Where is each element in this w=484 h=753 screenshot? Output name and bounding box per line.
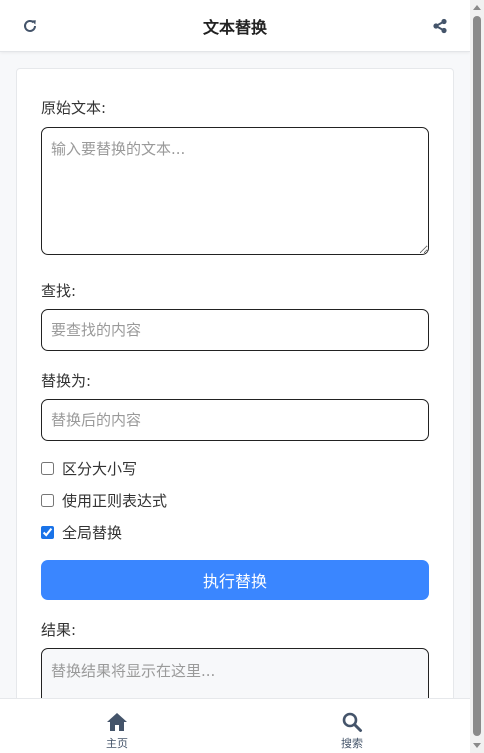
scroll-thumb[interactable]	[473, 16, 481, 736]
case-sensitive-option[interactable]: 区分大小写	[41, 458, 137, 478]
result-label: 结果:	[41, 621, 77, 639]
nav-home[interactable]: 主页	[87, 711, 147, 751]
home-icon	[107, 713, 127, 731]
global-replace-option[interactable]: 全局替换	[41, 522, 122, 542]
search-icon	[342, 712, 362, 732]
find-input[interactable]	[41, 309, 429, 351]
replace-input[interactable]	[41, 399, 429, 441]
scroll-down-arrow[interactable]	[473, 743, 481, 748]
replace-label: 替换为:	[41, 372, 92, 390]
nav-search[interactable]: 搜索	[322, 711, 382, 751]
vertical-scrollbar[interactable]	[470, 0, 484, 753]
regex-option[interactable]: 使用正则表达式	[41, 490, 167, 510]
case-sensitive-checkbox[interactable]	[41, 461, 54, 475]
share-icon[interactable]	[428, 14, 452, 38]
case-sensitive-label: 区分大小写	[62, 459, 138, 478]
app: 文本替换 原始文本: 查找: 替换为: 区分大小写 使用正则表达式	[0, 0, 484, 753]
find-label: 查找:	[41, 282, 77, 300]
original-text-input[interactable]	[41, 127, 429, 255]
original-text-label: 原始文本:	[41, 99, 107, 117]
global-replace-label: 全局替换	[62, 523, 123, 542]
top-bar: 文本替换	[0, 0, 470, 52]
regex-checkbox[interactable]	[41, 493, 54, 507]
regex-label: 使用正则表达式	[62, 491, 168, 510]
page-title: 文本替换	[202, 18, 267, 37]
nav-search-label: 搜索	[341, 737, 363, 750]
execute-replace-button[interactable]: 执行替换	[41, 560, 429, 600]
bottom-nav: 主页 搜索	[0, 698, 470, 753]
replace-form-card: 原始文本: 查找: 替换为: 区分大小写 使用正则表达式 全局替换 执行替换 结…	[16, 68, 454, 753]
scroll-up-arrow[interactable]	[473, 5, 481, 10]
nav-home-label: 主页	[106, 737, 128, 750]
global-replace-checkbox[interactable]	[41, 525, 54, 539]
